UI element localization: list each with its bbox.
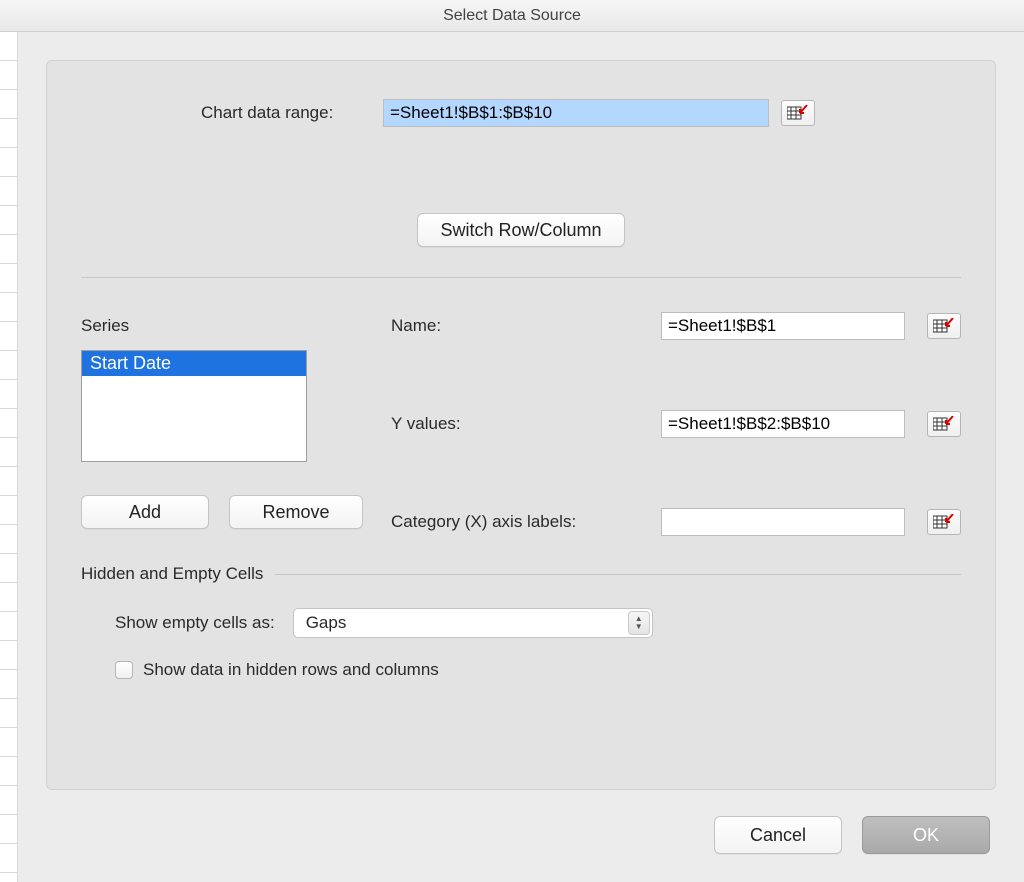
switch-row-column-button[interactable]: Switch Row/Column <box>417 213 624 247</box>
divider <box>275 574 961 575</box>
dialog-footer: Cancel OK <box>714 816 990 854</box>
chart-data-range-input[interactable] <box>383 99 769 127</box>
chart-data-range-label: Chart data range: <box>201 103 383 123</box>
category-x-labels-input[interactable] <box>661 508 905 536</box>
select-stepper-icon: ▲▼ <box>628 611 650 635</box>
show-hidden-checkbox[interactable] <box>115 661 133 679</box>
show-empty-cells-value: Gaps <box>306 613 347 633</box>
category-x-labels-range-picker-button[interactable] <box>927 509 961 535</box>
series-list[interactable]: Start Date <box>81 350 307 462</box>
range-picker-icon <box>933 318 955 334</box>
category-x-labels-label: Category (X) axis labels: <box>391 512 651 532</box>
dialog-title: Select Data Source <box>0 0 1024 32</box>
y-values-label: Y values: <box>391 414 651 434</box>
ok-button[interactable]: OK <box>862 816 990 854</box>
range-picker-icon <box>933 416 955 432</box>
series-item-start-date[interactable]: Start Date <box>82 351 306 376</box>
add-series-button[interactable]: Add <box>81 495 209 529</box>
name-label: Name: <box>391 316 651 336</box>
series-heading: Series <box>81 316 381 336</box>
cancel-button[interactable]: Cancel <box>714 816 842 854</box>
show-empty-cells-label: Show empty cells as: <box>115 613 275 633</box>
hidden-empty-heading: Hidden and Empty Cells <box>81 564 263 584</box>
show-empty-cells-select[interactable]: Gaps ▲▼ <box>293 608 653 638</box>
show-hidden-label: Show data in hidden rows and columns <box>143 660 439 680</box>
name-range-picker-button[interactable] <box>927 313 961 339</box>
select-data-source-dialog: Chart data range: Switch Row/Column <box>18 32 1024 882</box>
spreadsheet-grid-edge <box>0 32 18 882</box>
y-values-input[interactable] <box>661 410 905 438</box>
range-picker-icon <box>787 105 809 121</box>
name-input[interactable] <box>661 312 905 340</box>
series-fields-grid: Series Name: Start Date <box>81 312 961 536</box>
dialog-panel: Chart data range: Switch Row/Column <box>46 60 996 790</box>
chart-data-range-picker-button[interactable] <box>781 100 815 126</box>
range-picker-icon <box>933 514 955 530</box>
y-values-range-picker-button[interactable] <box>927 411 961 437</box>
remove-series-button[interactable]: Remove <box>229 495 363 529</box>
